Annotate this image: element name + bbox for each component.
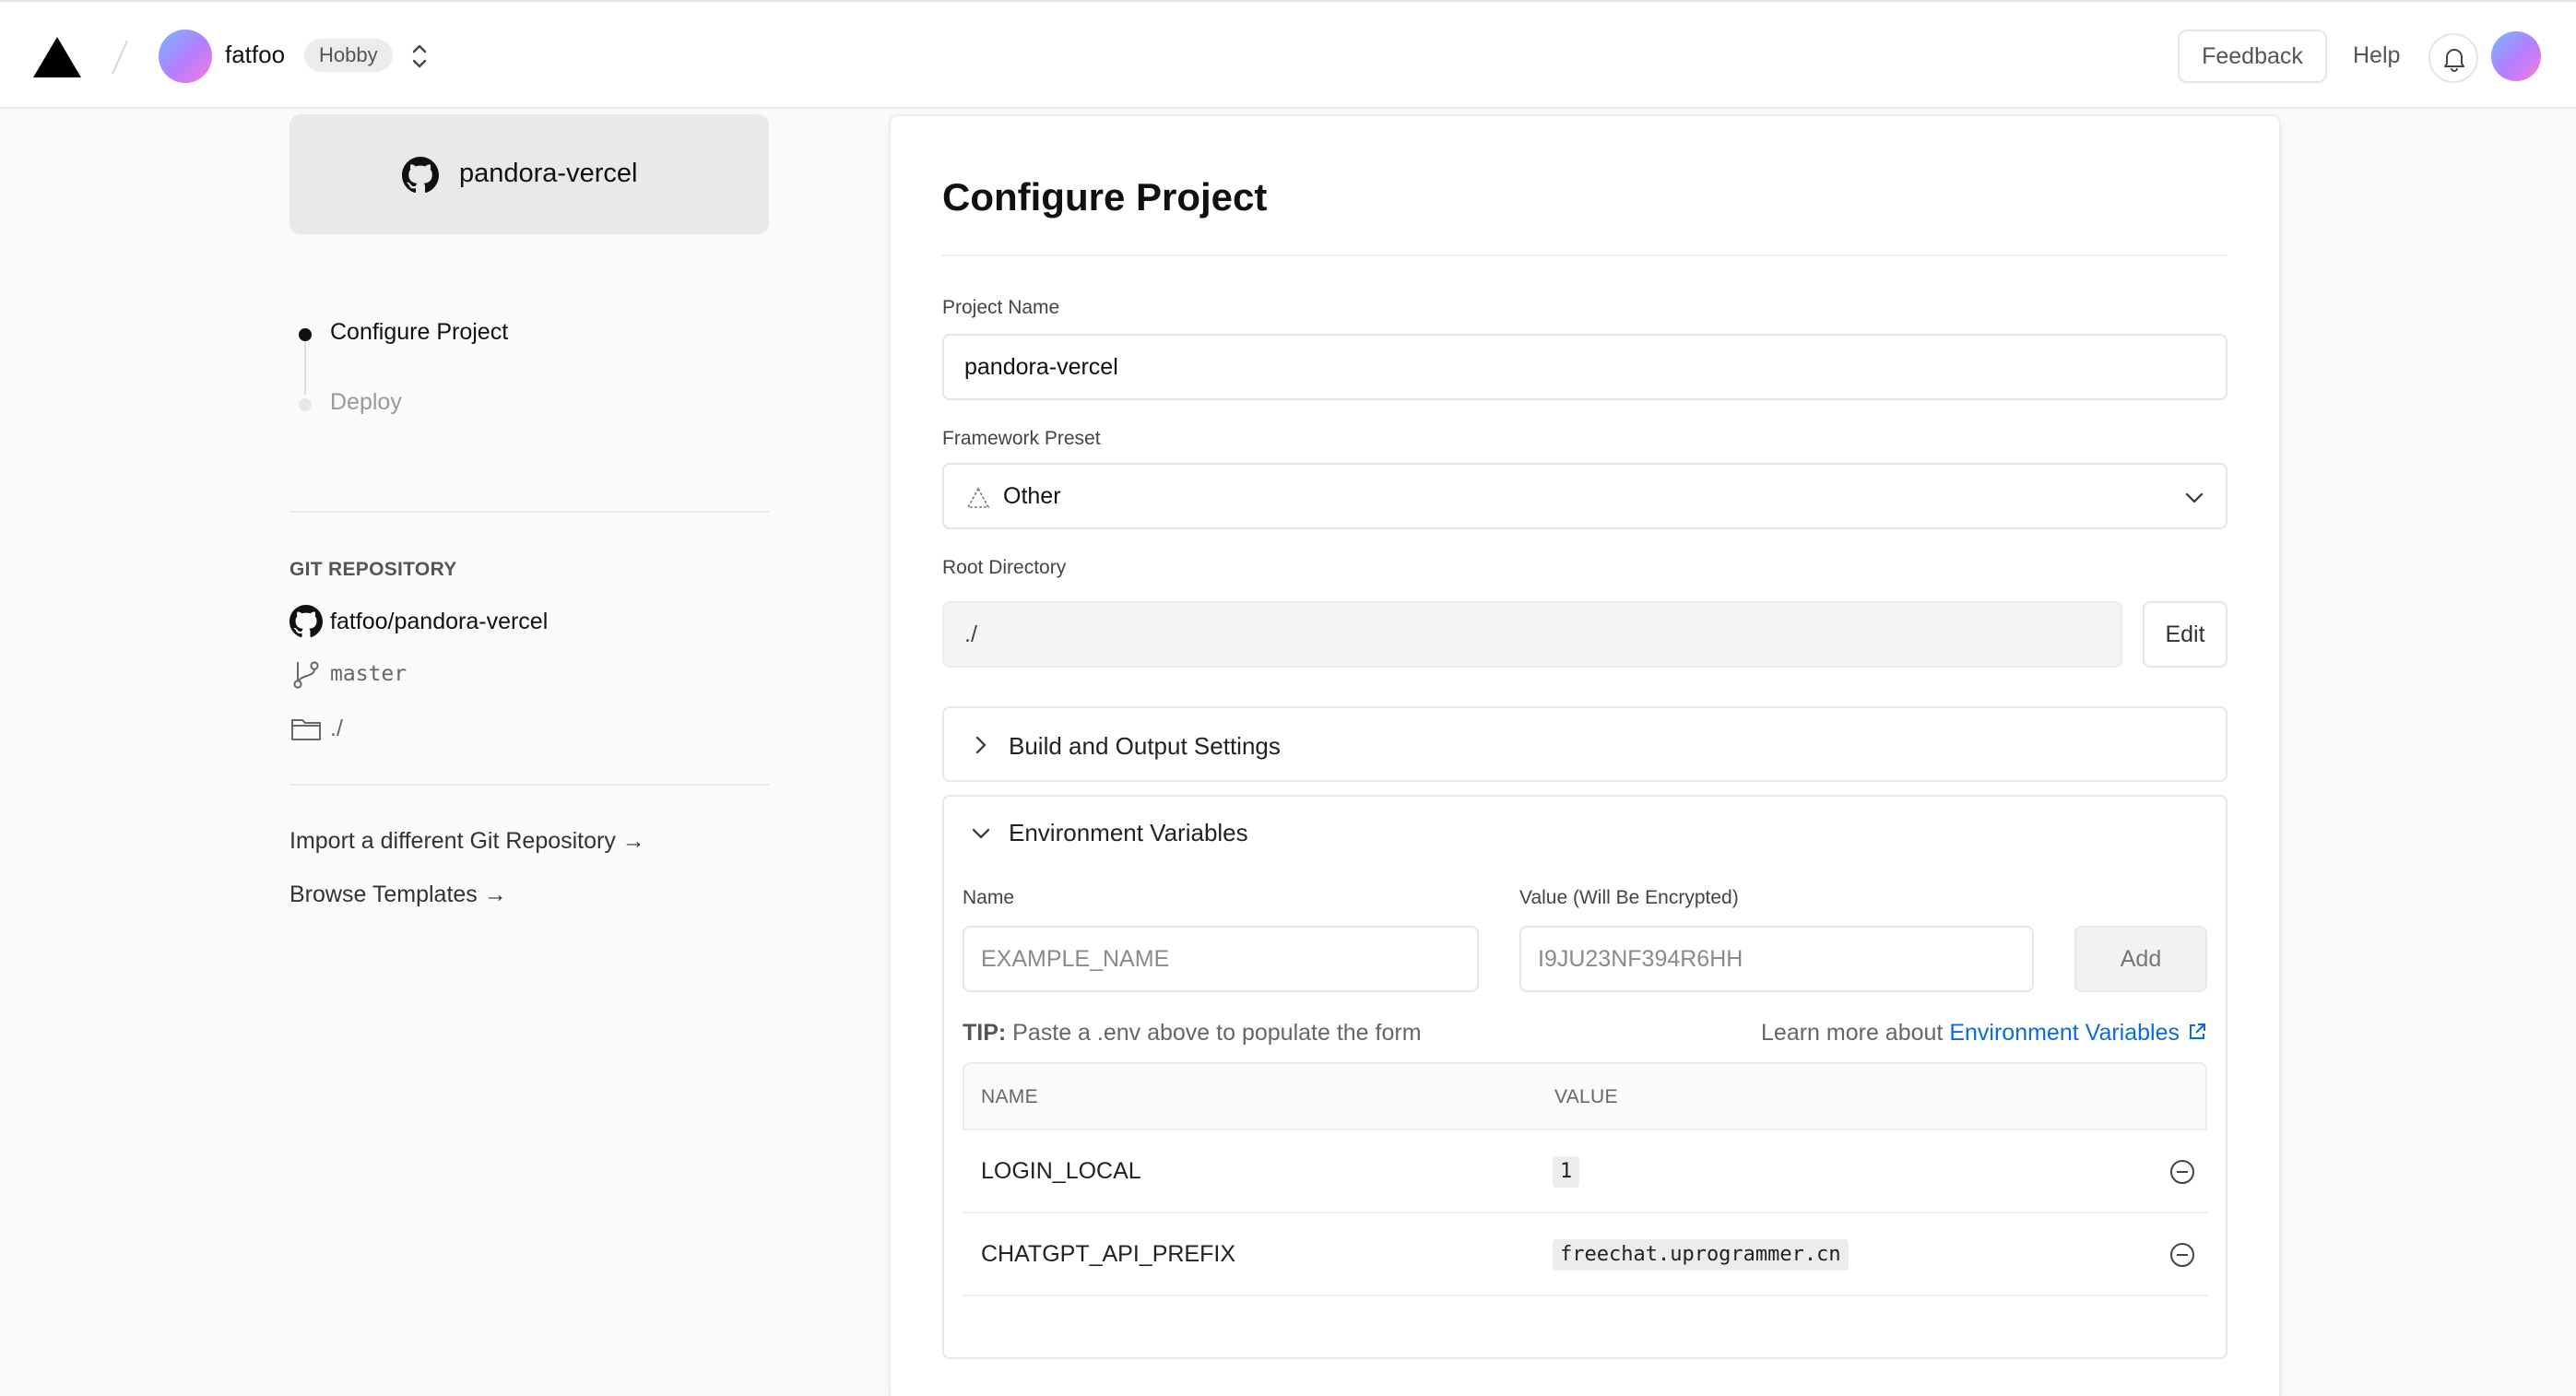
- triangle-outline-icon: [966, 487, 990, 508]
- step-connector: [304, 337, 306, 395]
- env-var-value: 1: [1553, 1156, 1580, 1188]
- git-directory: ./: [330, 716, 343, 741]
- env-value-input[interactable]: [1519, 926, 2034, 992]
- step-deploy: Deploy: [330, 389, 402, 415]
- root-directory-input: ./: [942, 601, 2122, 668]
- progress-steps: Configure Project Deploy: [290, 314, 769, 424]
- learn-more-text: Learn more about: [1761, 1020, 1944, 1046]
- env-name-input[interactable]: [963, 926, 1479, 992]
- step-indicator-active: [299, 328, 312, 341]
- github-icon: [402, 157, 439, 194]
- folder-icon: [291, 719, 321, 740]
- team-name[interactable]: fatfoo: [225, 41, 285, 69]
- breadcrumb-separator: [112, 40, 128, 75]
- repo-card-name: pandora-vercel: [459, 159, 638, 188]
- build-output-settings-label: Build and Output Settings: [1009, 732, 1281, 760]
- step-indicator-pending: [299, 398, 312, 411]
- bell-icon: [2444, 49, 2464, 72]
- git-branch-icon: [293, 661, 319, 689]
- github-icon: [290, 605, 323, 638]
- build-output-settings-section[interactable]: Build and Output Settings: [942, 706, 2227, 782]
- root-directory-label: Root Directory: [942, 557, 1067, 578]
- help-link[interactable]: Help: [2353, 42, 2400, 69]
- page-title: Configure Project: [942, 175, 1268, 219]
- git-branch-name: master: [330, 662, 408, 686]
- top-navigation-bar: fatfoo Hobby Feedback Help: [0, 0, 2576, 109]
- user-avatar[interactable]: [2491, 31, 2541, 81]
- title-divider: [942, 254, 2227, 256]
- chevron-up-down-icon[interactable]: [408, 41, 431, 72]
- minus-circle-icon[interactable]: [2168, 1241, 2196, 1269]
- framework-preset-value: Other: [1003, 483, 1061, 509]
- env-table-row: LOGIN_LOCAL 1: [963, 1130, 2207, 1213]
- feedback-button[interactable]: Feedback: [2178, 30, 2327, 83]
- repo-card: pandora-vercel: [290, 114, 769, 234]
- edit-root-directory-button[interactable]: Edit: [2143, 601, 2227, 668]
- env-var-name: LOGIN_LOCAL: [981, 1158, 1141, 1184]
- framework-preset-select[interactable]: Other: [942, 463, 2227, 529]
- browse-templates-link[interactable]: Browse Templates →: [290, 881, 507, 908]
- tip-prefix: TIP:: [963, 1020, 1007, 1046]
- step-configure-project: Configure Project: [330, 319, 509, 345]
- environment-variables-docs-link[interactable]: Environment Variables: [1949, 1020, 2180, 1046]
- section-divider: [290, 511, 769, 513]
- project-name-label: Project Name: [942, 297, 1060, 318]
- env-table-name-header: NAME: [981, 1086, 1038, 1107]
- external-link-icon[interactable]: [2187, 1022, 2207, 1042]
- env-var-name: CHATGPT_API_PREFIX: [981, 1241, 1235, 1267]
- chevron-down-icon[interactable]: [970, 822, 992, 845]
- environment-variables-label[interactable]: Environment Variables: [1009, 819, 1248, 847]
- env-tip: TIP: Paste a .env above to populate the …: [963, 1020, 1422, 1047]
- git-repository-heading: GIT REPOSITORY: [290, 559, 457, 580]
- plan-badge: Hobby: [304, 39, 393, 72]
- framework-preset-label: Framework Preset: [942, 428, 1101, 449]
- import-different-repo-link[interactable]: Import a different Git Repository →: [290, 828, 645, 855]
- vercel-logo-icon[interactable]: [31, 35, 83, 79]
- env-table-row: CHATGPT_API_PREFIX freechat.uprogrammer.…: [963, 1213, 2207, 1296]
- env-name-label: Name: [963, 887, 1015, 908]
- env-table-value-header: VALUE: [1554, 1086, 1618, 1107]
- add-env-var-button[interactable]: Add: [2074, 926, 2207, 992]
- learn-more: Learn more about Environment Variables: [1761, 1020, 2207, 1047]
- git-repo-name[interactable]: fatfoo/pandora-vercel: [330, 609, 548, 635]
- env-var-value: freechat.uprogrammer.cn: [1553, 1239, 1849, 1271]
- section-divider: [290, 784, 769, 786]
- env-table-header: NAME VALUE: [963, 1062, 2207, 1130]
- minus-circle-icon[interactable]: [2168, 1158, 2196, 1186]
- project-name-input[interactable]: pandora-vercel: [942, 334, 2227, 400]
- env-value-label: Value (Will Be Encrypted): [1519, 887, 1739, 908]
- team-avatar[interactable]: [159, 30, 212, 83]
- chevron-right-icon: [975, 736, 987, 754]
- chevron-down-icon: [2185, 492, 2204, 503]
- tip-text: Paste a .env above to populate the form: [1012, 1020, 1422, 1046]
- notifications-button[interactable]: [2428, 33, 2478, 83]
